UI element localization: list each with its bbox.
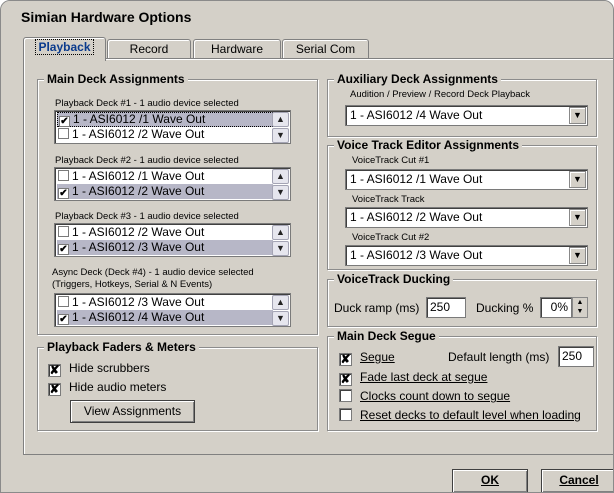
chevron-down-icon[interactable]: ▼ [569,247,586,264]
voicetrack-cut1-label: VoiceTrack Cut #1 [352,155,430,166]
cross-check-icon[interactable]: ✘ [339,373,352,386]
hide-scrubbers-checkbox[interactable]: ✘ Hide scrubbers [48,360,150,377]
checkbox-icon[interactable] [58,296,69,307]
deck3-label: Playback Deck #3 - 1 audio device select… [55,211,239,222]
ok-button[interactable]: OK [452,469,528,492]
duck-ramp-label: Duck ramp (ms) [334,301,420,315]
voicetrack-cut1-select[interactable]: 1 - ASI6012 /1 Wave Out ▼ [345,169,588,190]
main-deck-title: Main Deck Assignments [44,72,188,86]
voicetrack-cut2-label: VoiceTrack Cut #2 [352,232,430,243]
spin-down-icon[interactable]: ▼ [573,307,587,316]
default-length-label: Default length (ms) [448,350,550,364]
options-window: Simian Hardware Options Playback Record … [0,0,614,493]
cross-check-icon[interactable]: ✘ [339,353,352,366]
scroll-down-icon[interactable]: ▼ [272,311,289,326]
tab-playback-label: Playback [35,39,94,55]
segue-group: Main Deck Segue ✘ Segue Default length (m… [327,329,597,431]
list-item[interactable]: ✔ 1 - ASI6012 /2 Wave Out [57,184,273,199]
voicetrack-track-select[interactable]: 1 - ASI6012 /2 Wave Out ▼ [345,207,588,228]
checkbox-icon[interactable]: ✔ [59,116,70,127]
cancel-button[interactable]: Cancel [541,469,613,492]
aux-deck-title: Auxiliary Deck Assignments [334,72,501,86]
deck3-listbox[interactable]: 1 - ASI6012 /2 Wave Out ✔ 1 - ASI6012 /3 … [54,223,291,257]
voice-editor-group: Voice Track Editor Assignments VoiceTrac… [327,138,597,270]
main-deck-group: Main Deck Assignments Playback Deck #1 -… [37,72,318,335]
ducking-pct-stepper[interactable]: ▲ ▼ [572,297,588,318]
fade-last-deck-checkbox[interactable]: ✘ Fade last deck at segue [339,369,487,386]
aux-deck-label: Audition / Preview / Record Deck Playbac… [350,89,531,100]
voicetrack-cut2-select[interactable]: 1 - ASI6012 /3 Wave Out ▼ [345,245,588,266]
checkbox-icon[interactable] [58,226,69,237]
async-deck-label: Async Deck (Deck #4) - 1 audio device se… [52,267,254,278]
reset-decks-checkbox[interactable]: Reset decks to default level when loadin… [339,407,581,423]
async-deck-listbox[interactable]: 1 - ASI6012 /3 Wave Out ✔ 1 - ASI6012 /4 … [54,293,291,327]
tab-hardware[interactable]: Hardware [193,39,281,59]
scroll-down-icon[interactable]: ▼ [272,241,289,256]
segue-title: Main Deck Segue [334,329,439,343]
segue-checkbox[interactable]: ✘ Segue [339,349,395,366]
scroll-down-icon[interactable]: ▼ [272,128,289,143]
list-item[interactable]: 1 - ASI6012 /3 Wave Out [57,295,273,310]
scroll-up-icon[interactable]: ▲ [272,112,289,127]
chevron-down-icon[interactable]: ▼ [569,107,586,124]
checkbox-icon[interactable]: ✔ [58,188,69,199]
ducking-title: VoiceTrack Ducking [334,272,454,286]
deck2-listbox[interactable]: 1 - ASI6012 /1 Wave Out ✔ 1 - ASI6012 /2 … [54,167,291,201]
faders-title: Playback Faders & Meters [44,340,199,354]
aux-deck-group: Auxiliary Deck Assignments Audition / Pr… [327,72,597,137]
chevron-down-icon[interactable]: ▼ [569,209,586,226]
list-item[interactable]: ✔ 1 - ASI6012 /4 Wave Out [57,310,273,325]
scroll-up-icon[interactable]: ▲ [272,225,289,240]
checkbox-icon[interactable] [339,408,352,421]
clocks-countdown-checkbox[interactable]: Clocks count down to segue [339,388,510,404]
scroll-up-icon[interactable]: ▲ [272,169,289,184]
deck1-listbox[interactable]: ✔ 1 - ASI6012 /1 Wave Out 1 - ASI6012 /2 … [54,110,291,144]
scroll-up-icon[interactable]: ▲ [272,295,289,310]
checkbox-icon[interactable] [339,389,352,402]
checkbox-icon[interactable]: ✔ [58,314,69,325]
async-deck-sublabel: (Triggers, Hotkeys, Serial & N Events) [52,279,213,290]
deck1-label: Playback Deck #1 - 1 audio device select… [55,98,239,109]
voice-editor-title: Voice Track Editor Assignments [334,138,523,152]
spin-up-icon[interactable]: ▲ [573,298,587,307]
list-item[interactable]: 1 - ASI6012 /1 Wave Out [57,169,273,184]
aux-deck-select[interactable]: 1 - ASI6012 /4 Wave Out ▼ [345,105,588,126]
cross-check-icon[interactable]: ✘ [48,383,61,396]
faders-group: Playback Faders & Meters ✘ Hide scrubbers… [37,340,318,431]
tab-serial-com[interactable]: Serial Com [282,39,369,59]
list-item[interactable]: 1 - ASI6012 /2 Wave Out [57,225,273,240]
list-item[interactable]: ✔ 1 - ASI6012 /3 Wave Out [57,240,273,255]
tab-record[interactable]: Record [107,39,191,59]
ducking-group: VoiceTrack Ducking Duck ramp (ms) 250 Du… [327,272,597,327]
view-assignments-button[interactable]: View Assignments [70,400,195,423]
scroll-down-icon[interactable]: ▼ [272,185,289,200]
checkbox-icon[interactable] [58,170,69,181]
cross-check-icon[interactable]: ✘ [48,364,61,377]
list-item[interactable]: 1 - ASI6012 /2 Wave Out [57,127,273,142]
window-title: Simian Hardware Options [21,9,192,25]
default-length-input[interactable]: 250 [558,346,594,367]
playback-panel: Main Deck Assignments Playback Deck #1 -… [23,58,613,455]
tab-playback[interactable]: Playback [23,37,106,61]
chevron-down-icon[interactable]: ▼ [569,171,586,188]
deck2-label: Playback Deck #2 - 1 audio device select… [55,155,239,166]
list-item[interactable]: ✔ 1 - ASI6012 /1 Wave Out [57,112,273,127]
voicetrack-track-label: VoiceTrack Track [352,194,425,205]
checkbox-icon[interactable]: ✔ [58,244,69,255]
title-bar[interactable]: Simian Hardware Options [1,1,613,31]
checkbox-icon[interactable] [58,128,69,139]
hide-meters-checkbox[interactable]: ✘ Hide audio meters [48,379,166,396]
ducking-pct-input[interactable]: 0% [540,297,572,318]
ducking-pct-label: Ducking % [476,301,534,315]
duck-ramp-input[interactable]: 250 [426,297,466,318]
